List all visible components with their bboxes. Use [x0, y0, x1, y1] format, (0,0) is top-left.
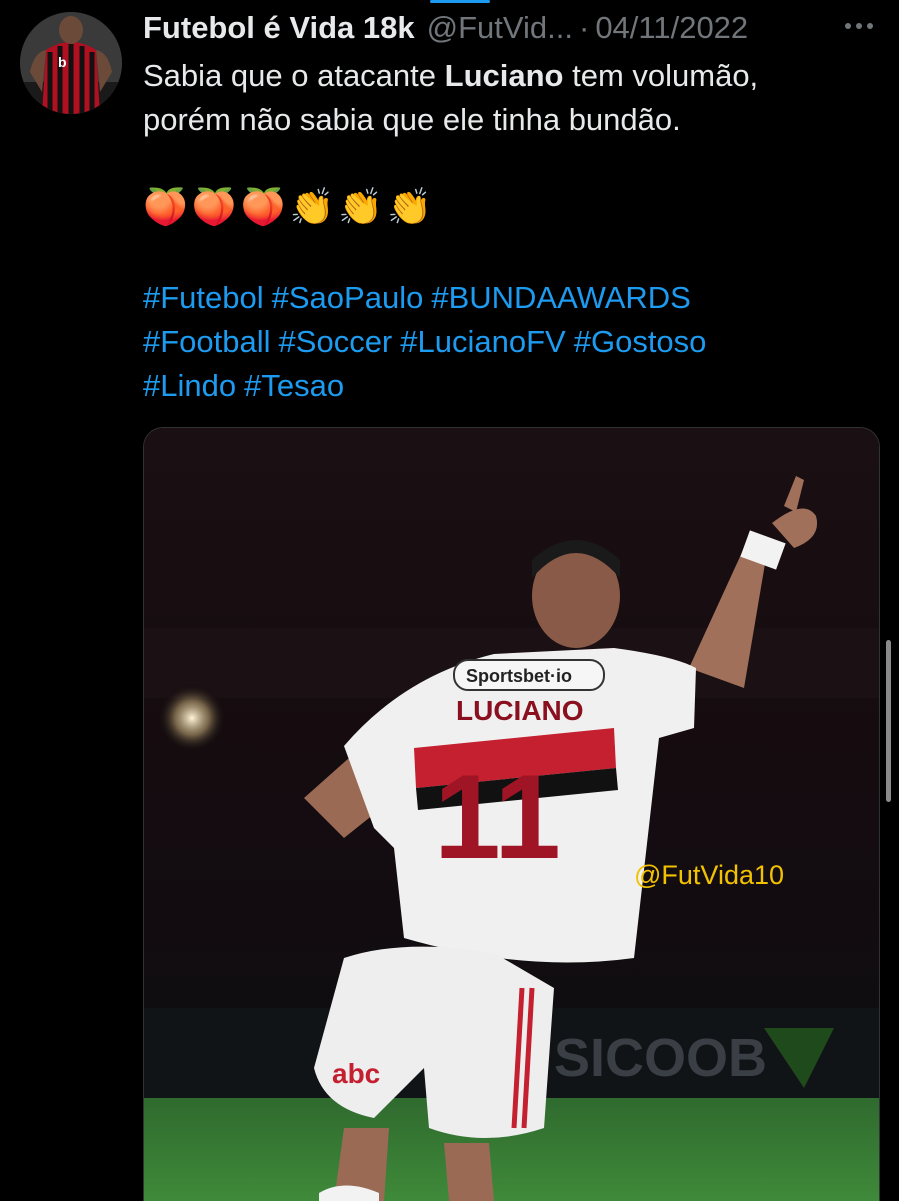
board-text: SICOOB	[554, 1028, 767, 1088]
hashtag-link[interactable]: #Football	[143, 324, 271, 359]
clapping-emoji: 👏	[387, 186, 432, 227]
text-bold: Luciano	[444, 58, 564, 93]
avatar-image: b	[20, 12, 122, 114]
player-photo: SICOOB LUCIANO 11 Sportsbet·io abc	[144, 428, 879, 1201]
hashtag-link[interactable]: #Lindo	[143, 368, 236, 403]
hashtag-link[interactable]: #SaoPaulo	[272, 280, 424, 315]
display-name[interactable]: Futebol é Vida 18k	[143, 10, 415, 46]
emoji-row: 🍑 🍑 🍑 👏 👏 👏	[143, 184, 432, 230]
svg-text:b: b	[58, 54, 67, 70]
avatar[interactable]: b	[20, 12, 122, 114]
tweet-date[interactable]: 04/11/2022	[595, 10, 748, 46]
hashtag-line: #Lindo #Tesao	[143, 364, 863, 408]
more-horizontal-icon[interactable]	[843, 12, 875, 40]
hashtag-link[interactable]: #BUNDAAWARDS	[431, 280, 691, 315]
text-before: Sabia que o atacante	[143, 58, 445, 93]
hashtag-link[interactable]: #Tesao	[244, 368, 344, 403]
tweet-media[interactable]: SICOOB LUCIANO 11 Sportsbet·io abc @FutV…	[143, 427, 880, 1201]
clapping-emoji: 👏	[338, 186, 384, 227]
hashtags: #Futebol #SaoPaulo #BUNDAAWARDS #Football #…	[143, 276, 863, 408]
tweet-header: Futebol é Vida 18k @FutVid... · 04/11/20…	[143, 8, 843, 48]
tweet-text-line-2: porém não sabia que ele tinha bundão.	[143, 102, 681, 137]
user-handle[interactable]: @FutVid...	[427, 10, 573, 46]
tweet-text-line-1: Sabia que o atacante Luciano tem volumão…	[143, 54, 863, 98]
hashtag-link[interactable]: #Gostoso	[574, 324, 707, 359]
hashtag-link[interactable]: #Futebol	[143, 280, 264, 315]
jersey-sponsor: Sportsbet·io	[466, 666, 572, 686]
hashtag-link[interactable]: #Soccer	[279, 324, 393, 359]
active-tab-indicator	[430, 0, 490, 3]
tweet-text: Sabia que o atacante Luciano tem volumão…	[143, 54, 863, 142]
jersey-number: 11	[434, 750, 561, 884]
text-after: tem volumão,	[563, 58, 759, 93]
jersey-name: LUCIANO	[456, 695, 584, 726]
watermark-text: @FutVida10	[634, 860, 785, 890]
separator: ·	[578, 10, 590, 45]
scrollbar[interactable]	[886, 640, 891, 802]
hashtag-link[interactable]: #LucianoFV	[400, 324, 565, 359]
shorts-sponsor: abc	[332, 1058, 380, 1089]
peach-emoji: 🍑	[240, 186, 286, 227]
hashtag-line: #Football #Soccer #LucianoFV #Gostoso	[143, 320, 863, 364]
clapping-emoji: 👏	[289, 186, 335, 227]
hashtag-line: #Futebol #SaoPaulo #BUNDAAWARDS	[143, 276, 863, 320]
peach-emoji: 🍑	[191, 186, 237, 227]
peach-emoji: 🍑	[143, 186, 188, 227]
